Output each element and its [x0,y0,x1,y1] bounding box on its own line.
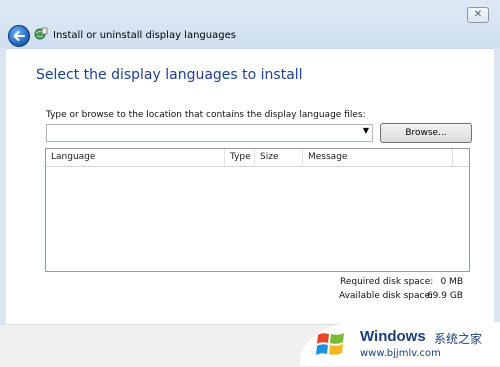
chevron-down-icon[interactable]: ▼ [363,126,369,135]
required-disk-value: 0 MB [440,277,463,287]
back-button[interactable] [8,25,30,47]
language-pack-icon [34,27,48,40]
list-header: Language Type Size Message [46,149,469,167]
browse-button[interactable]: Browse... [380,123,472,143]
required-disk-row: Required disk space: 0 MB [306,277,463,289]
page-title: Select the display languages to install [36,67,303,83]
content-panel: Select the display languages to install … [6,48,494,324]
available-disk-label: Available disk space: [339,291,434,301]
window-title: Install or uninstall display languages [53,30,236,41]
language-list[interactable]: Language Type Size Message [45,148,470,272]
back-arrow-icon [13,31,25,41]
column-header-type[interactable]: Type [225,149,255,166]
path-combobox[interactable]: ▼ [46,124,373,142]
watermark-chinese: 系统之家 [434,332,483,346]
watermark-brand: Windows [360,328,426,345]
required-disk-label: Required disk space: [340,277,434,287]
title-bar: ✕ Install or uninstall display languages [0,0,500,48]
available-disk-row: Available disk space: 69.9 GB [306,291,463,303]
close-button[interactable]: ✕ [467,7,489,23]
column-header-language[interactable]: Language [46,149,225,166]
watermark: Windows 系统之家 www.bjjmlv.com [300,322,500,366]
available-disk-value: 69.9 GB [426,291,463,301]
column-header-size[interactable]: Size [255,149,303,166]
windows-logo-icon [316,333,344,355]
watermark-url: www.bjjmlv.com [360,348,441,359]
column-header-message[interactable]: Message [303,149,453,166]
path-field-label: Type or browse to the location that cont… [46,110,366,120]
